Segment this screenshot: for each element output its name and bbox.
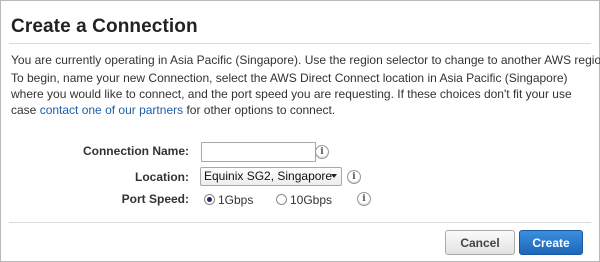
create-connection-dialog: Create a Connection You are currently op…: [0, 0, 600, 262]
location-label: Location:: [135, 170, 189, 184]
connection-name-label: Connection Name:: [82, 144, 189, 158]
connection-name-input[interactable]: [201, 142, 316, 162]
instructions-text: To begin, name your new Connection, sele…: [11, 70, 595, 118]
chevron-down-icon: [331, 174, 337, 178]
title-divider: [9, 43, 591, 44]
info-icon[interactable]: i: [347, 170, 361, 184]
instructions-text-part2: for other options to connect.: [183, 103, 336, 117]
port-speed-1gbps-label[interactable]: 1Gbps: [218, 193, 253, 207]
region-notice: You are currently operating in Asia Paci…: [11, 53, 600, 67]
info-icon[interactable]: i: [315, 145, 329, 159]
location-select[interactable]: Equinix SG2, Singapore: [200, 167, 342, 186]
port-speed-label: Port Speed:: [121, 192, 189, 206]
contact-partners-link[interactable]: contact one of our partners: [40, 103, 183, 117]
port-speed-1gbps-radio[interactable]: [204, 194, 215, 205]
create-button[interactable]: Create: [519, 230, 583, 255]
footer-divider: [9, 222, 591, 223]
dialog-title: Create a Connection: [11, 16, 198, 37]
location-selected-value: Equinix SG2, Singapore: [204, 169, 333, 183]
port-speed-10gbps-label[interactable]: 10Gbps: [290, 193, 332, 207]
cancel-button[interactable]: Cancel: [445, 230, 515, 255]
port-speed-10gbps-radio[interactable]: [276, 194, 287, 205]
info-icon[interactable]: i: [357, 192, 371, 206]
